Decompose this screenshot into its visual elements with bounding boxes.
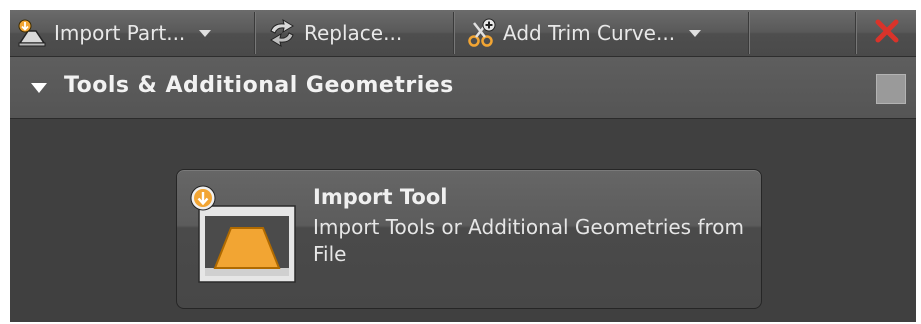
- card-title: Import Tool: [313, 185, 448, 209]
- chevron-down-icon[interactable]: [689, 29, 702, 37]
- replace-button[interactable]: Replace...: [266, 10, 402, 56]
- replace-label: Replace...: [304, 21, 403, 45]
- toolbar-separator: [855, 12, 856, 54]
- add-trim-curve-label: Add Trim Curve...: [503, 21, 676, 45]
- scissors-icon: [465, 17, 497, 49]
- panel-header[interactable]: Tools & Additional Geometries: [10, 57, 916, 119]
- toolbar-separator: [254, 12, 255, 54]
- panel-toggle-square[interactable]: [876, 74, 906, 104]
- import-part-button[interactable]: Import Part...: [16, 10, 212, 56]
- replace-icon: [266, 17, 298, 49]
- card-description: Import Tools or Additional Geometries fr…: [313, 215, 745, 266]
- app-frame: Import Part... Replace... Add Trim Curve…: [10, 10, 916, 322]
- chevron-down-icon[interactable]: [199, 29, 212, 37]
- import-tool-card[interactable]: Import Tool Import Tools or Additional G…: [176, 169, 762, 309]
- close-icon: [874, 18, 900, 48]
- toolbar-separator: [453, 12, 454, 54]
- collapse-triangle-icon[interactable]: [31, 83, 47, 93]
- panel-title: Tools & Additional Geometries: [64, 73, 454, 98]
- import-tool-icon: [189, 184, 301, 284]
- close-button[interactable]: [864, 10, 910, 56]
- add-trim-curve-button[interactable]: Add Trim Curve...: [465, 10, 702, 56]
- import-part-icon: [16, 17, 48, 49]
- toolbar: Import Part... Replace... Add Trim Curve…: [10, 10, 916, 57]
- import-part-label: Import Part...: [54, 21, 186, 45]
- toolbar-separator: [748, 12, 749, 54]
- panel-body: Import Tool Import Tools or Additional G…: [10, 119, 916, 322]
